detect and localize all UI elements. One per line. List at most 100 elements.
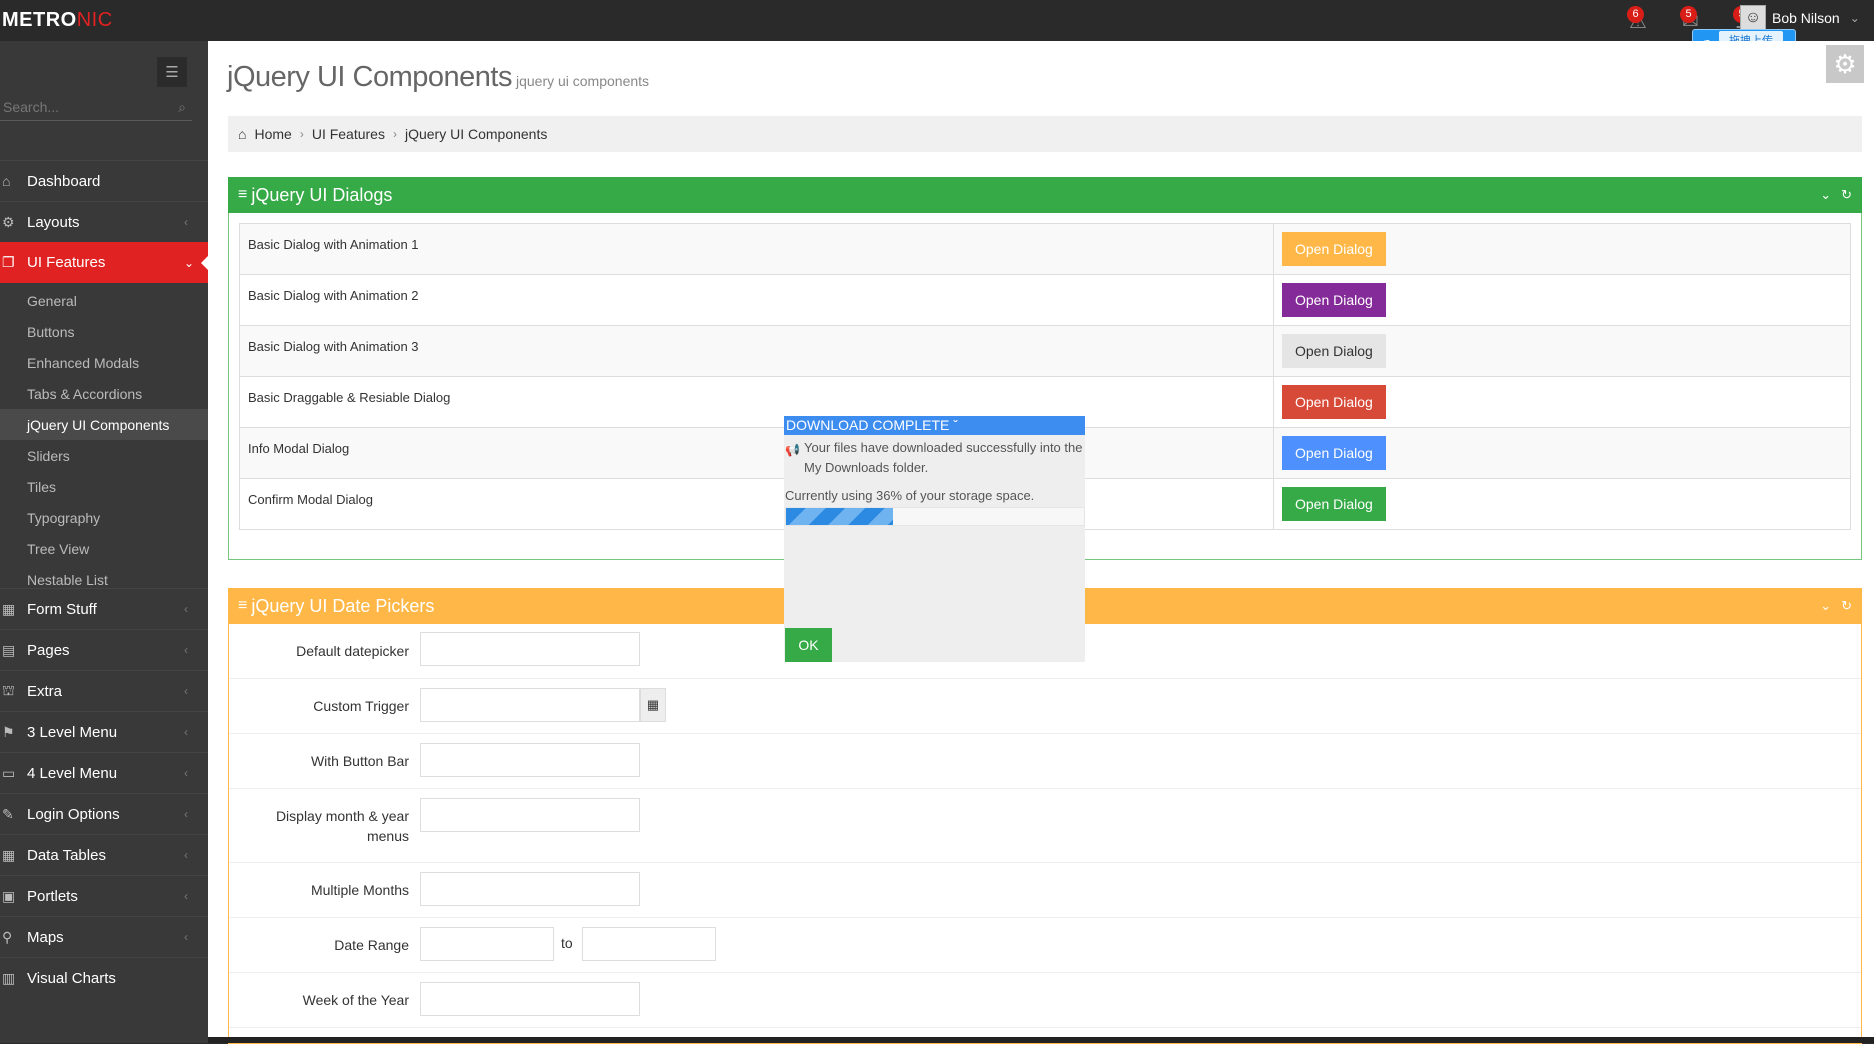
sidebar-item-login-options[interactable]: ✎ Login Options ‹ (0, 793, 208, 834)
open-dialog-button[interactable]: Open Dialog (1282, 436, 1386, 470)
multiple-months-input[interactable] (421, 873, 639, 905)
table-row: Basic Dialog with Animation 1 Open Dialo… (239, 223, 1851, 275)
dialog-label: Info Modal Dialog (239, 427, 1274, 479)
sidebar-item-visual-charts[interactable]: ▥ Visual Charts (0, 957, 208, 998)
field-label: With Button Bar (310, 753, 409, 769)
breadcrumb-current[interactable]: jQuery UI Components (405, 126, 547, 142)
open-dialog-button[interactable]: Open Dialog (1282, 487, 1386, 521)
breadcrumb-ui-features[interactable]: UI Features (312, 126, 385, 142)
submenu-item-sliders[interactable]: Sliders (0, 440, 208, 471)
logo[interactable]: METRONIC (2, 9, 113, 32)
sidebar-item-label: Login Options (27, 805, 120, 823)
open-dialog-button[interactable]: Open Dialog (1282, 385, 1386, 419)
portlet-body: Default datepicker Custom Trigger ▦ With… (228, 624, 1862, 1044)
submenu-item-tabs-accordions[interactable]: Tabs & Accordions (0, 378, 208, 409)
sidebar: ☰ ⌕ ⌂ Dashboard ⚙ Layouts ‹ ❐ UI Feature… (0, 41, 209, 1043)
user-icon: ✎ (2, 805, 14, 822)
custom-trigger-input[interactable] (421, 689, 639, 721)
sidebar-item-layouts[interactable]: ⚙ Layouts ‹ (0, 201, 208, 242)
form-row: With Button Bar (229, 734, 1861, 789)
chevron-left-icon: ‹ (184, 848, 188, 862)
user-name: Bob Nilson (1772, 10, 1840, 26)
user-menu[interactable]: ☺ Bob Nilson ⌄ (1740, 5, 1860, 31)
sidebar-item-label: UI Features (27, 254, 106, 271)
week-of-year-input[interactable] (421, 983, 639, 1015)
home-icon: ⌂ (2, 173, 11, 189)
ok-button[interactable]: OK (785, 628, 832, 662)
sidebar-item-label: Visual Charts (27, 969, 116, 987)
submenu-item-general[interactable]: General (0, 285, 208, 316)
gift-icon: ⛫ (2, 681, 15, 698)
sidebar-item-data-tables[interactable]: ▦ Data Tables ‹ (0, 834, 208, 875)
form-row: Date Range to (229, 918, 1861, 973)
download-complete-dialog: DOWNLOAD COMPLETE ˇ 📢 Your files have do… (784, 416, 1085, 662)
page-title: jQuery UI Components jquery ui components (227, 61, 650, 93)
field-label: Custom Trigger (313, 698, 409, 714)
search-icon[interactable]: ⌕ (178, 99, 186, 116)
sidebar-toggle-button[interactable]: ☰ (157, 57, 187, 87)
button-bar-datepicker-input[interactable] (421, 744, 639, 776)
chevron-right-icon: › (392, 127, 397, 141)
chevron-left-icon: ‹ (184, 725, 188, 739)
sidebar-item-label: Maps (27, 928, 64, 946)
submenu-item-jquery-ui-components[interactable]: jQuery UI Components (0, 409, 208, 440)
open-dialog-button[interactable]: Open Dialog (1282, 283, 1386, 317)
sitemap-icon: ⚑ (2, 723, 15, 740)
cogs-icon: ⚙ (2, 213, 15, 230)
inbox-badge: 5 (1680, 6, 1697, 23)
sidebar-item-label: Dashboard (27, 172, 101, 190)
sidebar-item-label: Pages (27, 641, 70, 659)
bookmark-icon: ❐ (2, 254, 15, 270)
form-row: Week of the Year (229, 973, 1861, 1028)
top-header: METRONIC ⚠ 6 ✉ 5 ☰ 5 ☺ Bob Nilson ⌄ (0, 0, 1874, 41)
date-range-from-input[interactable] (421, 928, 553, 960)
sidebar-item-form-stuff[interactable]: ▦ Form Stuff ‹ (0, 588, 208, 629)
submenu-item-enhanced-modals[interactable]: Enhanced Modals (0, 347, 208, 378)
dialog-label: Basic Dialog with Animation 3 (239, 325, 1274, 377)
field-label: Week of the Year (302, 992, 409, 1008)
submenu-item-tree-view[interactable]: Tree View (0, 533, 208, 564)
gear-icon: ⚙ (1833, 48, 1857, 79)
sidebar-item-extra[interactable]: ⛫ Extra ‹ (0, 670, 208, 711)
briefcase-icon: ▤ (2, 641, 16, 658)
breadcrumb-home[interactable]: Home (254, 126, 291, 142)
collapse-icon[interactable]: ⌄ (1820, 187, 1831, 203)
sidebar-item-ui-features[interactable]: ❐ UI Features ⌄ (0, 242, 209, 283)
collapse-icon[interactable]: ⌄ (1820, 598, 1831, 614)
open-dialog-button[interactable]: Open Dialog (1282, 334, 1386, 368)
sidebar-item-portlets[interactable]: ▣ Portlets ‹ (0, 875, 208, 916)
menu-icon: ☰ (165, 64, 179, 81)
chevron-down-icon: ⌄ (184, 255, 195, 270)
sidebar-item-dashboard[interactable]: ⌂ Dashboard (0, 160, 208, 201)
field-label: Multiple Months (310, 882, 409, 898)
reorder-icon: ≡ (238, 597, 248, 614)
sidebar-item-4-level-menu[interactable]: ▭ 4 Level Menu ‹ (0, 752, 208, 793)
notification-warning-button[interactable]: ⚠ 6 (1627, 6, 1655, 32)
reload-icon[interactable]: ↻ (1841, 187, 1852, 203)
date-range-to-input[interactable] (583, 928, 715, 960)
submenu-item-buttons[interactable]: Buttons (0, 316, 208, 347)
submenu-item-tiles[interactable]: Tiles (0, 471, 208, 502)
home-icon: ⌂ (238, 126, 247, 142)
sidebar-item-maps[interactable]: ⚲ Maps ‹ (0, 916, 208, 957)
reload-icon[interactable]: ↻ (1841, 598, 1852, 614)
map-marker-icon: ⚲ (2, 928, 13, 945)
sidebar-item-3-level-menu[interactable]: ⚑ 3 Level Menu ‹ (0, 711, 208, 752)
page-subtitle: jquery ui components (515, 73, 650, 89)
footer-bar (208, 1037, 1874, 1043)
settings-button[interactable]: ⚙ (1826, 45, 1864, 83)
open-dialog-button[interactable]: Open Dialog (1282, 232, 1386, 266)
chevron-left-icon: ‹ (184, 602, 188, 616)
month-year-datepicker-input[interactable] (421, 799, 639, 831)
search-input[interactable] (0, 95, 160, 119)
chevron-left-icon: ‹ (184, 643, 188, 657)
default-datepicker-input[interactable] (421, 633, 639, 665)
calendar-icon[interactable]: ▦ (640, 688, 666, 722)
dialog-title[interactable]: DOWNLOAD COMPLETE ˇ (784, 416, 1085, 435)
sidebar-item-label: Data Tables (27, 846, 106, 864)
submenu-item-typography[interactable]: Typography (0, 502, 208, 533)
sidebar-item-pages[interactable]: ▤ Pages ‹ (0, 629, 208, 670)
storage-progress-bar (785, 507, 1085, 526)
form-row: Display month & year menus (229, 789, 1861, 863)
sidebar-item-label: Layouts (27, 213, 80, 231)
